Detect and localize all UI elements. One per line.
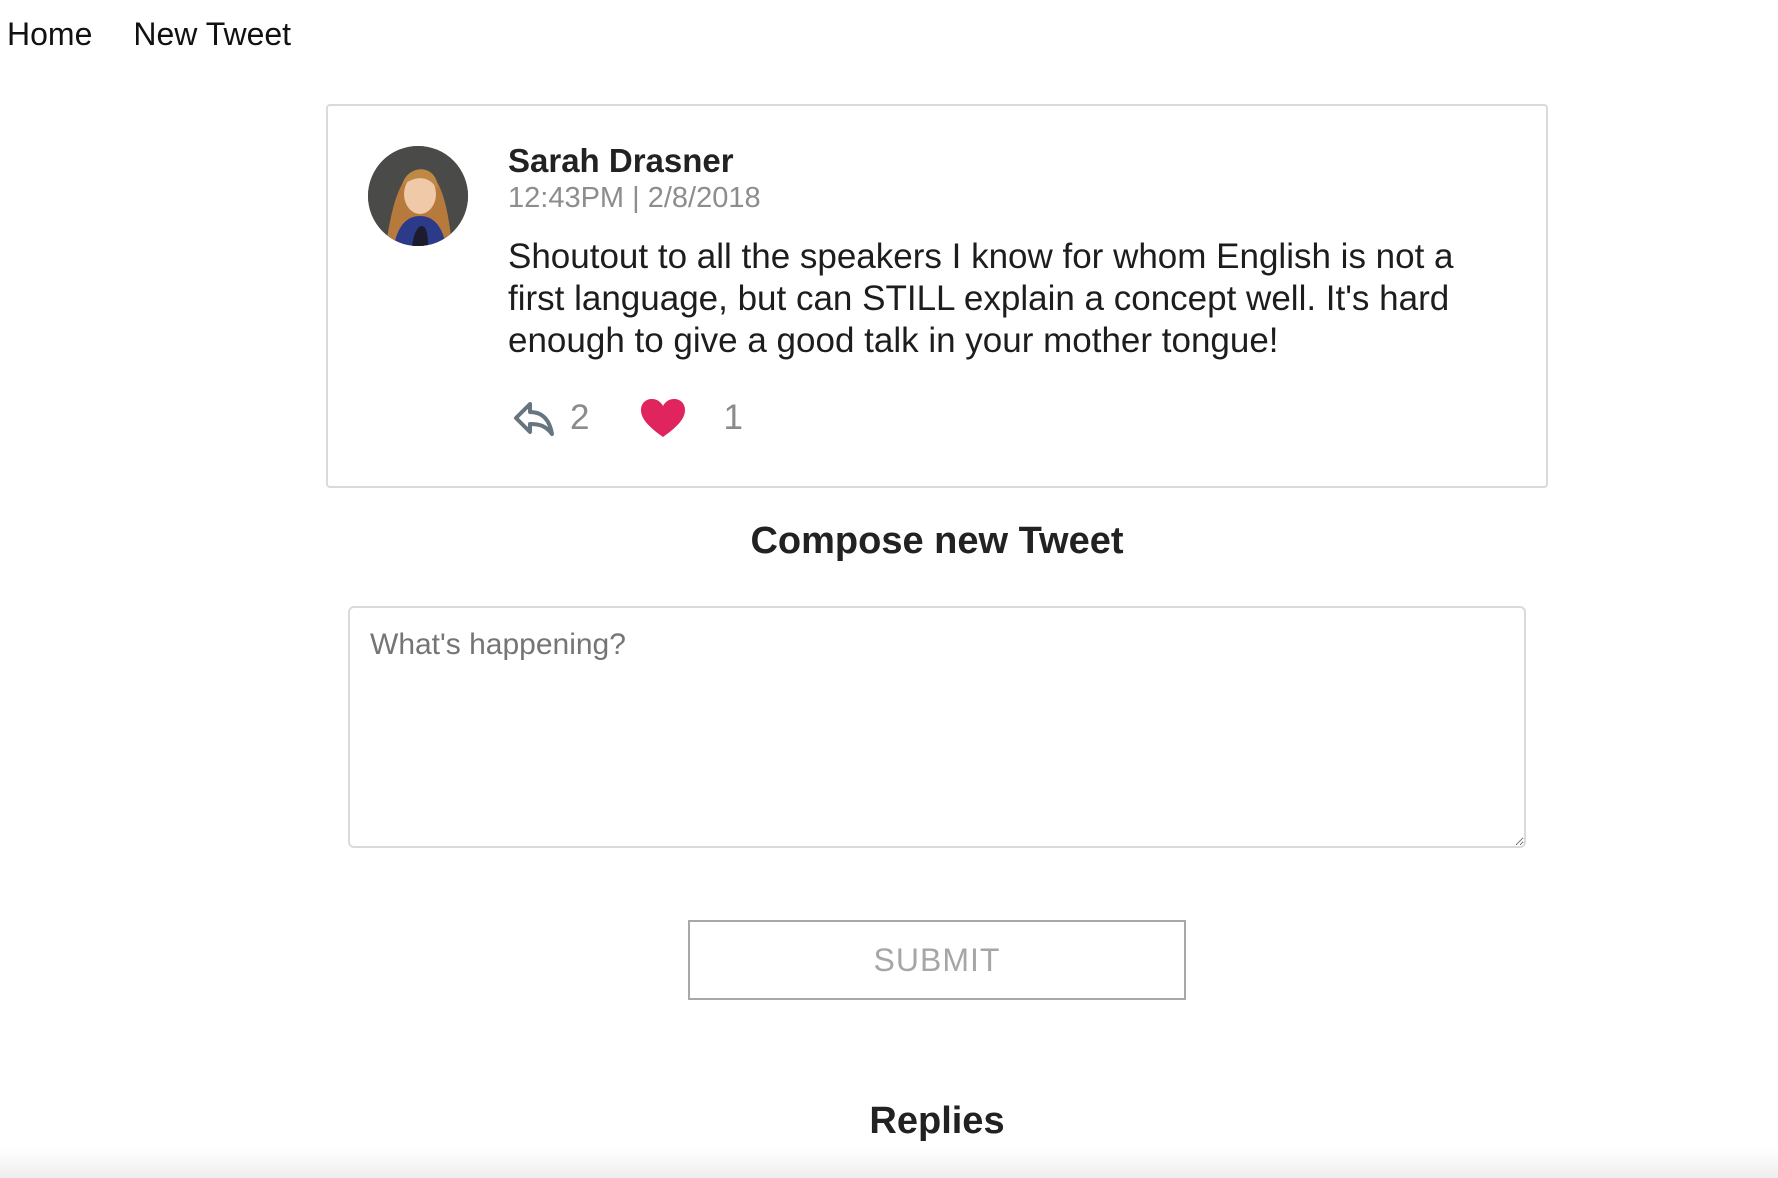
like-count: 1 — [723, 398, 743, 437]
tweet-author[interactable]: Sarah Drasner — [508, 142, 1508, 180]
reply-count: 2 — [570, 398, 590, 437]
tweet-body: Sarah Drasner 12:43PM | 2/8/2018 Shoutou… — [508, 142, 1508, 362]
compose-title: Compose new Tweet — [750, 520, 1124, 562]
submit-button[interactable]: SUBMIT — [688, 920, 1186, 1000]
tweet-actions: 2 1 — [512, 388, 743, 448]
heart-icon[interactable] — [639, 397, 687, 439]
bottom-fade — [0, 1148, 1778, 1178]
tweet-timestamp: 12:43PM | 2/8/2018 — [508, 182, 761, 214]
tweet-text: Shoutout to all the speakers I know for … — [508, 237, 1454, 360]
compose-tweet-input[interactable] — [348, 606, 1526, 848]
nav-home-link[interactable]: Home — [7, 16, 92, 53]
replies-title: Replies — [869, 1100, 1005, 1142]
tweet-card: Sarah Drasner 12:43PM | 2/8/2018 Shoutou… — [326, 104, 1548, 488]
reply-arrow-icon[interactable] — [512, 398, 556, 438]
avatar — [368, 146, 468, 246]
nav-new-tweet-link[interactable]: New Tweet — [133, 16, 291, 53]
top-nav: Home New Tweet — [0, 12, 325, 56]
